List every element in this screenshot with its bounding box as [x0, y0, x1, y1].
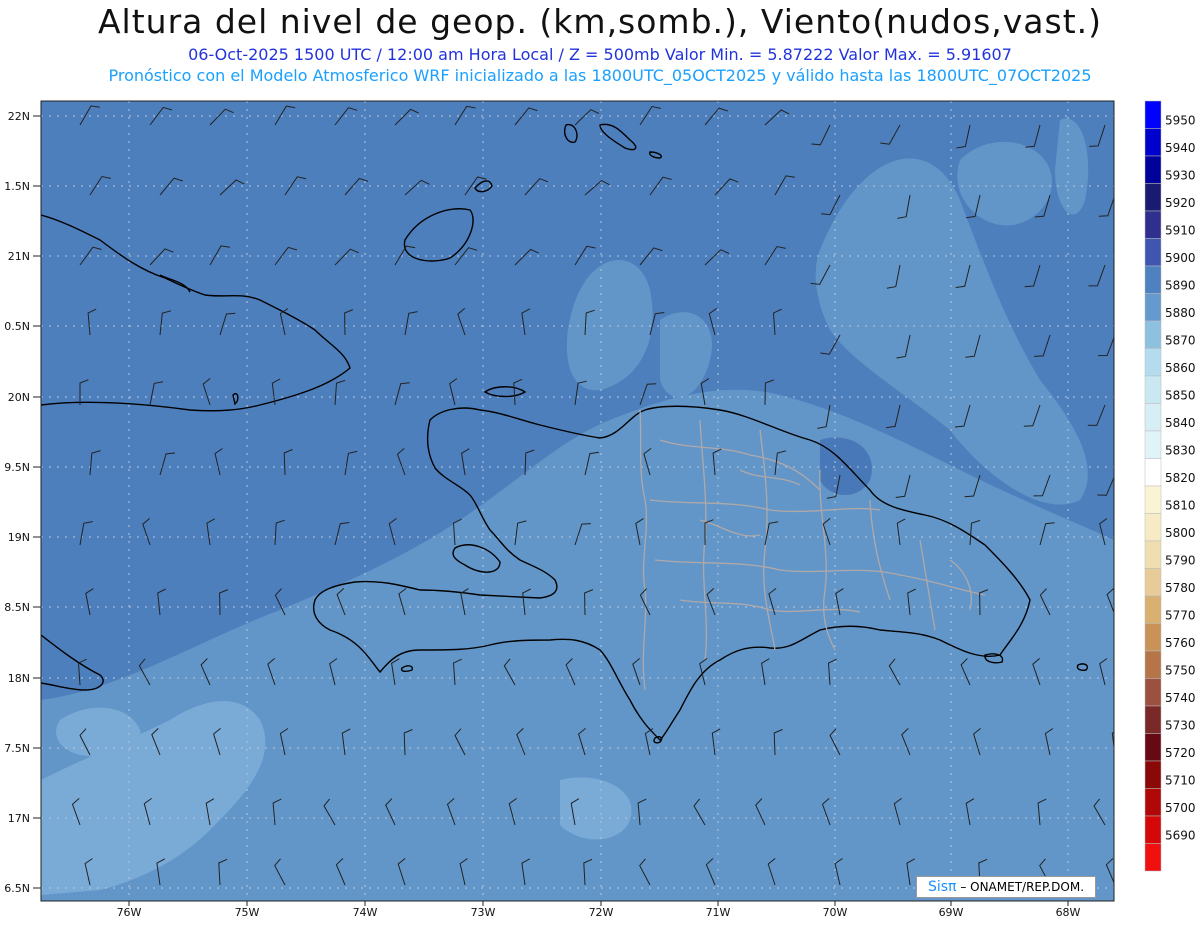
lat-label: 8.5N	[4, 601, 30, 614]
colorbar-swatch	[1144, 485, 1162, 514]
colorbar-swatch	[1144, 513, 1162, 542]
colorbar-label: 5730	[1165, 719, 1196, 733]
colorbar-label: 5900	[1165, 251, 1196, 265]
lon-label: 71W	[706, 906, 731, 919]
colorbar-swatch	[1144, 375, 1162, 404]
colorbar-label: 5870	[1165, 334, 1196, 348]
lat-label: 21N	[8, 250, 30, 263]
sispi-logo: Sisπ	[927, 879, 957, 895]
colorbar-swatch	[1144, 843, 1162, 872]
colorbar-label: 5880	[1165, 306, 1196, 320]
colorbar-swatch	[1144, 265, 1162, 294]
colorbar-label: 5950	[1165, 114, 1196, 128]
colorbar-swatch	[1144, 128, 1162, 157]
colorbar-label: 5810	[1165, 499, 1196, 513]
credit-text: – ONAMET/REP.DOM.	[960, 880, 1085, 894]
credit-box: Sisπ – ONAMET/REP.DOM.	[916, 876, 1096, 898]
colorbar-swatch	[1144, 678, 1162, 707]
colorbar-label: 5710	[1165, 774, 1196, 788]
colorbar-swatch	[1144, 650, 1162, 679]
colorbar-label: 5850	[1165, 389, 1196, 403]
lat-label: 18N	[8, 672, 30, 685]
lat-label: 1.5N	[4, 180, 30, 193]
colorbar-swatch	[1144, 458, 1162, 487]
colorbar-swatch	[1144, 595, 1162, 624]
colorbar-label: 5940	[1165, 141, 1196, 155]
colorbar-label: 5760	[1165, 636, 1196, 650]
colorbar-swatch	[1144, 540, 1162, 569]
lon-label: 74W	[353, 906, 378, 919]
colorbar-label: 5910	[1165, 224, 1196, 238]
colorbar-label: 5930	[1165, 169, 1196, 183]
colorbar-swatch	[1144, 210, 1162, 239]
colorbar-swatch	[1144, 430, 1162, 459]
lat-label: 6.5N	[4, 882, 30, 895]
colorbar-label: 5890	[1165, 279, 1196, 293]
lon-label: 70W	[823, 906, 848, 919]
colorbar-swatch	[1144, 100, 1162, 129]
lat-label: 0.5N	[4, 320, 30, 333]
colorbar-label: 5830	[1165, 444, 1196, 458]
colorbar-swatch	[1144, 403, 1162, 432]
colorbar-swatch	[1144, 183, 1162, 212]
colorbar-swatch	[1144, 815, 1162, 844]
colorbar-label: 5800	[1165, 526, 1196, 540]
colorbar-label: 5780	[1165, 581, 1196, 595]
lon-label: 72W	[589, 906, 614, 919]
colorbar-label: 5750	[1165, 664, 1196, 678]
colorbar-label: 5820	[1165, 471, 1196, 485]
colorbar-label: 5700	[1165, 801, 1196, 815]
colorbar-swatch	[1144, 238, 1162, 267]
lon-label: 68W	[1056, 906, 1081, 919]
colorbar-swatch	[1144, 788, 1162, 817]
lat-label: 20N	[8, 391, 30, 404]
colorbar: 5950 5940 5930 5920 5910 5900 5890 5880 5870 5860…	[1144, 100, 1196, 872]
colorbar-label: 5860	[1165, 361, 1196, 375]
colorbar-label: 5690	[1165, 829, 1196, 843]
lon-label: 73W	[471, 906, 496, 919]
latitude-axis: 22N 1.5N 21N 0.5N 20N 9.5N 19N 8.5N 18N …	[4, 110, 30, 895]
lat-label: 7.5N	[4, 742, 30, 755]
colorbar-swatch	[1144, 568, 1162, 597]
colorbar-label: 5840	[1165, 416, 1196, 430]
colorbar-label: 5920	[1165, 196, 1196, 210]
lon-label: 75W	[235, 906, 260, 919]
lat-label: 9.5N	[4, 461, 30, 474]
colorbar-swatch	[1144, 733, 1162, 762]
colorbar-swatch	[1144, 623, 1162, 652]
forecast-map: 22N 1.5N 21N 0.5N 20N 9.5N 19N 8.5N 18N …	[4, 100, 1196, 919]
colorbar-swatch	[1144, 155, 1162, 184]
colorbar-label: 5770	[1165, 609, 1196, 623]
lat-label: 17N	[8, 812, 30, 825]
colorbar-swatch	[1144, 348, 1162, 377]
lat-label: 22N	[8, 110, 30, 123]
colorbar-swatch	[1144, 293, 1162, 322]
colorbar-swatch	[1144, 320, 1162, 349]
colorbar-swatch	[1144, 760, 1162, 789]
colorbar-label: 5720	[1165, 746, 1196, 760]
lon-label: 69W	[939, 906, 964, 919]
colorbar-label: 5740	[1165, 691, 1196, 705]
longitude-axis: 76W 75W 74W 73W 72W 71W 70W 69W 68W	[117, 906, 1081, 919]
lat-label: 19N	[8, 531, 30, 544]
lon-label: 76W	[117, 906, 142, 919]
colorbar-swatch	[1144, 705, 1162, 734]
latitude-ticks	[33, 115, 41, 889]
colorbar-label: 5790	[1165, 554, 1196, 568]
